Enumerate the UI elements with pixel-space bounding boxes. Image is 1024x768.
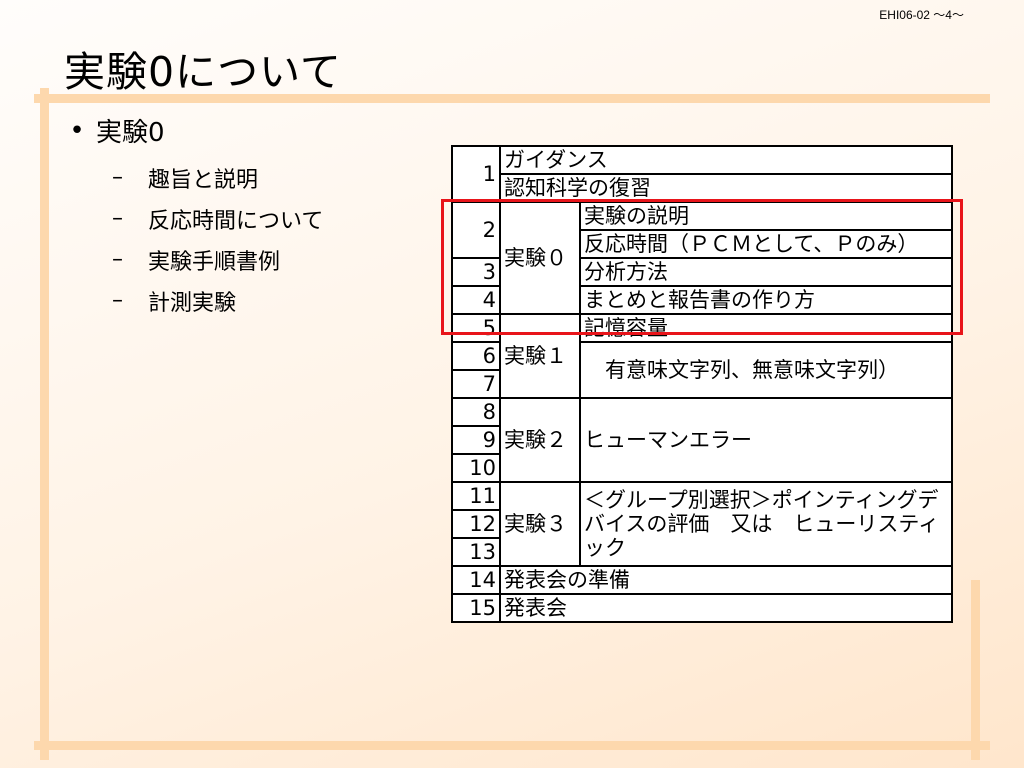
- sub-bullet-item: – 計測実験: [112, 280, 323, 321]
- lesson-content: 発表会: [499, 593, 953, 623]
- bullet-text: 実験0: [96, 118, 165, 148]
- table-row: 認知科学の復習: [452, 173, 953, 203]
- lesson-number: 15: [451, 593, 501, 623]
- lesson-number: 5: [451, 313, 501, 343]
- lesson-number: 9: [451, 425, 501, 455]
- lesson-content: まとめと報告書の作り方: [579, 285, 953, 315]
- sub-bullet-group: – 趣旨と説明 – 反応時間について – 実験手順書例 – 計測実験: [58, 157, 323, 321]
- dash-icon: –: [112, 206, 123, 231]
- lesson-content: ガイダンス: [499, 145, 953, 175]
- group-label: 実験３: [499, 481, 581, 567]
- group-label: 実験０: [499, 201, 581, 315]
- lesson-number: 2: [451, 201, 501, 259]
- group-label: 実験２: [499, 397, 581, 483]
- group-label: 実験１: [499, 313, 581, 399]
- table-row: 5 実験１ 記憶容量: [451, 313, 953, 399]
- sub-bullet-text: 計測実験: [148, 290, 237, 316]
- lesson-number: 14: [451, 565, 501, 595]
- lesson-number: 7: [451, 369, 501, 399]
- lesson-number: 12: [451, 509, 501, 539]
- sub-bullet-text: 反応時間について: [148, 208, 324, 234]
- lesson-number: 10: [451, 453, 501, 483]
- right-decoration: [971, 580, 980, 760]
- dash-icon: –: [112, 247, 123, 272]
- lesson-number: 8: [451, 397, 501, 427]
- table-row: 8 実験２ ヒューマンエラー: [451, 397, 953, 483]
- table-row: 11 実験３ ＜グループ別選択＞ポインティングデバイスの評価 又は ヒューリステ…: [451, 481, 953, 567]
- sub-bullet-item: – 実験手順書例: [112, 239, 323, 280]
- sub-bullet-item: – 反応時間について: [112, 198, 323, 239]
- sub-bullet-list: – 趣旨と説明 – 反応時間について – 実験手順書例 – 計測実験: [112, 157, 323, 321]
- schedule-table: 1 ガイダンス 認知科学の復習 2 実験０ 実験の説明 反応時間（ＰＣＭとして、…: [451, 145, 953, 623]
- top-divider: [34, 94, 990, 103]
- lesson-content: 分析方法: [579, 257, 953, 287]
- sub-bullet-item: – 趣旨と説明: [112, 157, 323, 198]
- bullet-item: • 実験0: [58, 112, 323, 149]
- lesson-content: 反応時間（ＰＣＭとして、Ｐのみ）: [579, 229, 953, 259]
- lesson-number: 4: [451, 285, 501, 315]
- lesson-content: 有意味文字列、無意味文字列）: [579, 341, 953, 399]
- lesson-number: 13: [451, 537, 501, 567]
- left-decoration: [40, 88, 49, 760]
- bullet-dot-icon: •: [69, 115, 85, 146]
- table-row: 2 実験０ 実験の説明: [451, 201, 953, 315]
- lesson-content: 発表会の準備: [499, 565, 953, 595]
- dash-icon: –: [112, 165, 123, 190]
- lesson-number: 6: [451, 341, 501, 371]
- table-row: 1 ガイダンス: [451, 145, 953, 203]
- sub-bullet-text: 趣旨と説明: [148, 167, 259, 193]
- lesson-content: ヒューマンエラー: [579, 397, 953, 483]
- lesson-content: ＜グループ別選択＞ポインティングデバイスの評価 又は ヒューリスティック: [579, 481, 953, 567]
- lesson-content: 記憶容量: [579, 313, 953, 343]
- bullet-list: • 実験0 – 趣旨と説明 – 反応時間について – 実験手順書例 – 計測実験: [58, 112, 323, 321]
- lesson-number: 3: [451, 257, 501, 287]
- lesson-number: 1: [451, 145, 501, 203]
- slide-number: EHI06-02 ～4～: [879, 8, 964, 22]
- bottom-divider: [34, 741, 990, 750]
- table-row: 15 発表会: [451, 593, 953, 623]
- slide-title: 実験0について: [64, 48, 342, 96]
- lesson-content: 認知科学の復習: [499, 173, 953, 203]
- table-row: 14 発表会の準備: [451, 565, 953, 595]
- dash-icon: –: [112, 288, 123, 313]
- lesson-number: 11: [451, 481, 501, 511]
- sub-bullet-text: 実験手順書例: [148, 249, 281, 275]
- lesson-content: 実験の説明: [579, 201, 953, 231]
